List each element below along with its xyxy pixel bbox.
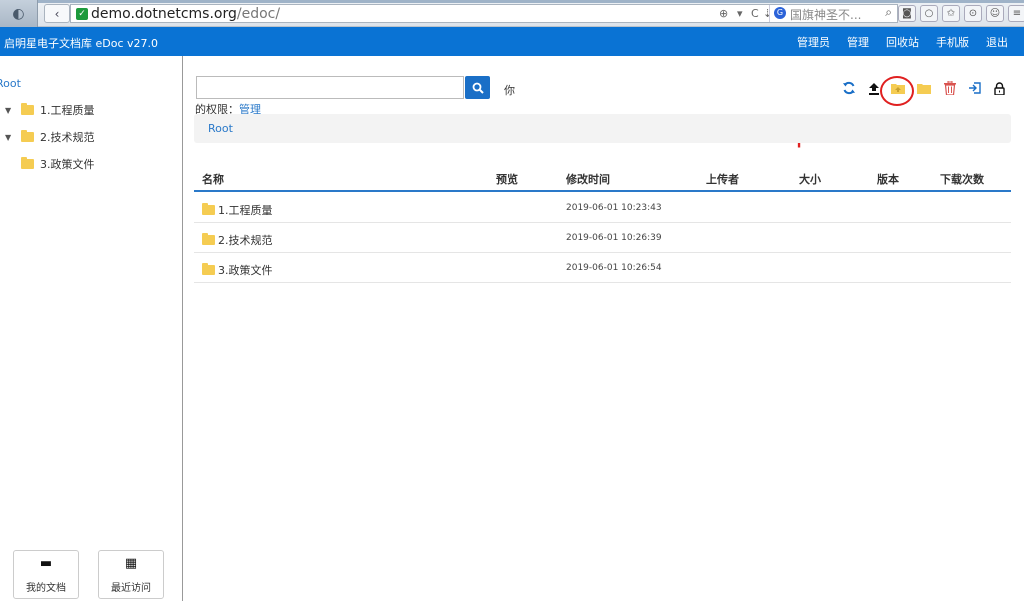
refresh-icon[interactable]: C [751, 7, 759, 20]
expand-caret-icon[interactable]: ▼ [5, 106, 15, 115]
folder-tree-sidebar: Root ▼ 1.工程质量 ▼ 2.技术规范 3.政策文件 ▬ 我的文档 ▦ 最… [0, 56, 183, 601]
file-name[interactable]: 2.技术规范 [218, 232, 273, 248]
expand-caret-icon[interactable]: ▼ [5, 133, 15, 142]
dropdown-chevron-icon[interactable]: ▾ [737, 7, 743, 20]
lock-icon[interactable] [991, 80, 1007, 96]
my-documents-button[interactable]: ▬ 我的文档 [13, 550, 79, 599]
tree-item-label: 3.政策文件 [40, 158, 95, 171]
new-folder-icon[interactable] [916, 80, 932, 96]
browser-toolbar: ◐ ‹ ✓ demo.dotnetcms.org/edoc/ ⊕ ▾ C ⇣ G… [0, 0, 1024, 27]
secure-check-icon: ✓ [76, 8, 88, 20]
favorite-star-icon[interactable]: ✩ [942, 5, 960, 22]
col-uploader[interactable]: 上传者 [706, 171, 739, 187]
user-face-icon[interactable]: ☺ [986, 5, 1004, 22]
modified-time: 2019-06-01 10:26:39 [566, 233, 662, 243]
nav-manage[interactable]: 管理 [847, 34, 869, 50]
nav-mobile[interactable]: 手机版 [936, 34, 969, 50]
button-label: 我的文档 [26, 582, 66, 594]
address-bar[interactable]: ✓ demo.dotnetcms.org/edoc/ ⊕ ▾ C ⇣ G 国旗神… [70, 4, 898, 23]
tree-item-specs[interactable]: ▼ 2.技术规范 [5, 129, 95, 145]
refresh-icon[interactable] [841, 80, 857, 96]
search-query-text: 国旗神圣不... [790, 8, 862, 22]
search-icon[interactable]: ⌕ [885, 5, 892, 20]
col-downloads[interactable]: 下载次数 [940, 171, 984, 187]
modified-time: 2019-06-01 10:23:43 [566, 203, 662, 213]
browser-search-field[interactable]: G 国旗神圣不... ⌕ [769, 5, 895, 22]
tree-item-quality[interactable]: ▼ 1.工程质量 [5, 102, 95, 118]
main-panel: 你 的权限：管理 upload folder Root 名称 预览 修改时间 上… [185, 56, 1024, 601]
search-input[interactable] [196, 76, 464, 99]
browser-logo-icon: ◐ [12, 5, 25, 22]
breadcrumb-root[interactable]: Root [208, 122, 233, 135]
app-header: 启明星电子文档库 eDoc v27.0 管理员 管理 回收站 手机版 退出 [0, 27, 1024, 56]
url-path: /edoc/ [236, 6, 281, 22]
compat-mode-icon[interactable]: ⊕ [719, 7, 728, 20]
table-row[interactable]: 1.工程质量 2019-06-01 10:23:43 [194, 193, 1011, 223]
tree-item-label: 1.工程质量 [40, 104, 95, 117]
tab-strip [0, 0, 1024, 3]
folder-icon [21, 130, 34, 142]
recent-access-button[interactable]: ▦ 最近访问 [98, 550, 164, 599]
nav-logout[interactable]: 退出 [986, 34, 1008, 50]
file-name[interactable]: 1.工程质量 [218, 202, 273, 218]
url-text[interactable]: demo.dotnetcms.org/edoc/ [91, 6, 280, 22]
col-preview[interactable]: 预览 [496, 171, 518, 187]
folder-icon [202, 263, 215, 275]
download-icon[interactable]: ⊙ [964, 5, 982, 22]
col-modified[interactable]: 修改时间 [566, 171, 610, 187]
button-label: 最近访问 [111, 582, 151, 594]
extension-circle-icon[interactable]: ○ [920, 5, 938, 22]
tree-item-label: 2.技术规范 [40, 131, 95, 144]
chevron-left-icon: ‹ [54, 6, 60, 21]
search-button[interactable] [465, 76, 490, 99]
breadcrumb: Root [194, 114, 1011, 143]
annotation-circle [880, 76, 914, 106]
tree-root[interactable]: Root [0, 77, 21, 90]
extension-k-icon[interactable]: ◙ [898, 5, 916, 22]
tree-item-policy[interactable]: 3.政策文件 [21, 156, 95, 172]
table-row[interactable]: 2.技术规范 2019-06-01 10:26:39 [194, 223, 1011, 253]
folder-icon [21, 103, 34, 115]
back-button[interactable]: ‹ [44, 4, 70, 23]
file-name[interactable]: 3.政策文件 [218, 262, 273, 278]
grid-icon: ▦ [124, 555, 138, 571]
table-row[interactable]: 3.政策文件 2019-06-01 10:26:54 [194, 253, 1011, 283]
folder-icon [202, 203, 215, 215]
search-engine-icon: G [774, 7, 786, 19]
search-icon [472, 82, 484, 94]
app-title: 启明星电子文档库 eDoc v27.0 [4, 37, 159, 50]
file-table-header: 名称 预览 修改时间 上传者 大小 版本 下载次数 [194, 167, 1011, 192]
col-size[interactable]: 大小 [799, 171, 821, 187]
url-host: demo.dotnetcms.org [91, 6, 237, 22]
browser-extension-icons: ◙ ○ ✩ ⊙ ☺ ≡ [898, 5, 1024, 22]
file-name-cell[interactable]: 2.技术规范 [202, 232, 273, 248]
folder-icon [21, 157, 34, 169]
file-name-cell[interactable]: 1.工程质量 [202, 202, 273, 218]
nav-admin[interactable]: 管理员 [797, 34, 830, 50]
col-version[interactable]: 版本 [877, 171, 899, 187]
nav-recycle-bin[interactable]: 回收站 [886, 34, 919, 50]
move-in-icon[interactable] [967, 80, 983, 96]
folder-icon [202, 233, 215, 245]
browser-menu-button[interactable]: ◐ [0, 0, 38, 27]
delete-icon[interactable] [942, 80, 958, 96]
user-greeting: 你 [504, 84, 515, 97]
modified-time: 2019-06-01 10:26:54 [566, 263, 662, 273]
menu-icon[interactable]: ≡ [1008, 5, 1024, 22]
folder-icon: ▬ [39, 555, 53, 571]
file-name-cell[interactable]: 3.政策文件 [202, 262, 273, 278]
header-nav: 管理员 管理 回收站 手机版 退出 [797, 27, 1024, 56]
col-name[interactable]: 名称 [202, 171, 224, 187]
